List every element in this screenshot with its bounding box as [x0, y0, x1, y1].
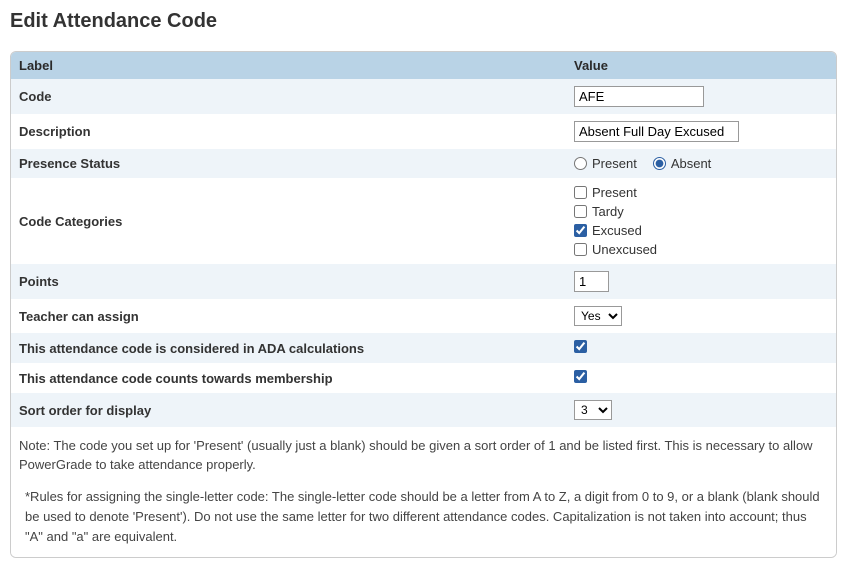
row-points: Points — [11, 264, 836, 299]
form-table: Label Value Code Description Presence St… — [11, 52, 836, 557]
sort-order-select[interactable]: 3 — [574, 400, 612, 420]
label-membership: This attendance code counts towards memb… — [11, 363, 566, 393]
form-panel: Label Value Code Description Presence St… — [10, 51, 837, 558]
label-description: Description — [11, 114, 566, 149]
membership-checkbox[interactable] — [574, 370, 587, 383]
presence-absent-label: Absent — [671, 156, 711, 171]
label-presence-status: Presence Status — [11, 149, 566, 178]
presence-present-radio[interactable] — [574, 157, 587, 170]
category-tardy-label: Tardy — [592, 204, 624, 219]
ada-checkbox[interactable] — [574, 340, 587, 353]
note-text: Note: The code you set up for 'Present' … — [11, 427, 836, 481]
row-rules: *Rules for assigning the single-letter c… — [11, 481, 836, 557]
row-teacher-can-assign: Teacher can assign Yes — [11, 299, 836, 333]
radio-item-absent[interactable]: Absent — [653, 156, 711, 171]
check-item-excused[interactable]: Excused — [574, 223, 828, 238]
page-title: Edit Attendance Code — [10, 10, 837, 33]
category-excused-checkbox[interactable] — [574, 224, 587, 237]
row-code-categories: Code Categories Present Tardy — [11, 178, 836, 264]
label-code-categories: Code Categories — [11, 178, 566, 264]
category-unexcused-checkbox[interactable] — [574, 243, 587, 256]
radio-item-present[interactable]: Present — [574, 156, 637, 171]
check-item-present[interactable]: Present — [574, 185, 828, 200]
label-points: Points — [11, 264, 566, 299]
row-presence-status: Presence Status Present Absent — [11, 149, 836, 178]
description-input[interactable] — [574, 121, 739, 142]
row-sort-order: Sort order for display 3 — [11, 393, 836, 427]
check-item-unexcused[interactable]: Unexcused — [574, 242, 828, 257]
code-input[interactable] — [574, 86, 704, 107]
label-teacher-can-assign: Teacher can assign — [11, 299, 566, 333]
label-sort-order: Sort order for display — [11, 393, 566, 427]
label-ada: This attendance code is considered in AD… — [11, 333, 566, 363]
row-code: Code — [11, 79, 836, 114]
category-present-checkbox[interactable] — [574, 186, 587, 199]
category-unexcused-label: Unexcused — [592, 242, 657, 257]
category-excused-label: Excused — [592, 223, 642, 238]
check-item-tardy[interactable]: Tardy — [574, 204, 828, 219]
category-present-label: Present — [592, 185, 637, 200]
presence-present-label: Present — [592, 156, 637, 171]
teacher-can-assign-select[interactable]: Yes — [574, 306, 622, 326]
presence-absent-radio[interactable] — [653, 157, 666, 170]
category-tardy-checkbox[interactable] — [574, 205, 587, 218]
row-ada: This attendance code is considered in AD… — [11, 333, 836, 363]
column-header-value: Value — [566, 52, 836, 79]
row-note: Note: The code you set up for 'Present' … — [11, 427, 836, 481]
points-input[interactable] — [574, 271, 609, 292]
label-code: Code — [11, 79, 566, 114]
rules-text: *Rules for assigning the single-letter c… — [11, 481, 836, 557]
row-membership: This attendance code counts towards memb… — [11, 363, 836, 393]
column-header-label: Label — [11, 52, 566, 79]
row-description: Description — [11, 114, 836, 149]
